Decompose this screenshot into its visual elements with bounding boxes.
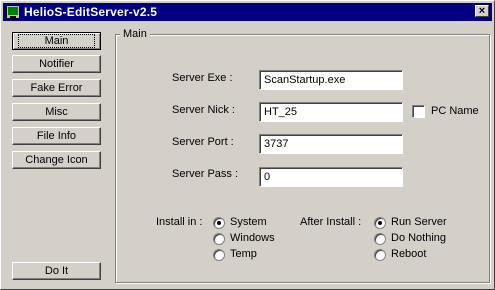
server-nick-label: Server Nick : bbox=[172, 104, 235, 116]
server-exe-field[interactable]: ScanStartup.exe bbox=[259, 70, 403, 90]
title-bar[interactable]: HelioS-EditServer-v2.5 × bbox=[3, 3, 492, 21]
install-temp-label[interactable]: Temp bbox=[230, 248, 257, 260]
run-server-radio[interactable] bbox=[374, 217, 386, 229]
server-pass-field[interactable]: 0 bbox=[259, 167, 403, 187]
do-nothing-radio[interactable] bbox=[374, 233, 386, 245]
window-title: HelioS-EditServer-v2.5 bbox=[24, 5, 158, 19]
main-group-title: Main bbox=[120, 28, 150, 40]
run-server-label[interactable]: Run Server bbox=[391, 216, 447, 228]
server-exe-label: Server Exe : bbox=[172, 72, 233, 84]
notifier-button[interactable]: Notifier bbox=[12, 55, 101, 73]
install-in-label: Install in : bbox=[156, 216, 203, 228]
pc-name-label[interactable]: PC Name bbox=[431, 105, 479, 117]
fake-error-button[interactable]: Fake Error bbox=[12, 79, 101, 97]
reboot-radio[interactable] bbox=[374, 249, 386, 261]
install-system-radio[interactable] bbox=[213, 217, 225, 229]
reboot-label[interactable]: Reboot bbox=[391, 248, 426, 260]
install-windows-label[interactable]: Windows bbox=[230, 232, 275, 244]
server-port-label: Server Port : bbox=[172, 136, 234, 148]
main-button-label: Main bbox=[17, 34, 96, 48]
app-icon bbox=[6, 5, 20, 19]
file-info-button[interactable]: File Info bbox=[12, 127, 101, 145]
server-nick-field[interactable]: HT_25 bbox=[259, 102, 403, 122]
do-it-button[interactable]: Do It bbox=[12, 262, 101, 280]
editserver-window: HelioS-EditServer-v2.5 × Main Notifier F… bbox=[0, 0, 495, 290]
close-button[interactable]: × bbox=[475, 5, 489, 17]
close-icon: × bbox=[478, 5, 486, 17]
change-icon-button[interactable]: Change Icon bbox=[12, 151, 101, 169]
install-system-label[interactable]: System bbox=[230, 216, 267, 228]
install-windows-radio[interactable] bbox=[213, 233, 225, 245]
install-temp-radio[interactable] bbox=[213, 249, 225, 261]
after-install-label: After Install : bbox=[300, 216, 362, 228]
server-port-field[interactable]: 3737 bbox=[259, 134, 403, 154]
do-nothing-label[interactable]: Do Nothing bbox=[391, 232, 446, 244]
pc-name-checkbox[interactable] bbox=[412, 105, 425, 118]
server-pass-label: Server Pass : bbox=[172, 168, 239, 180]
misc-button[interactable]: Misc bbox=[12, 103, 101, 121]
main-button[interactable]: Main bbox=[12, 32, 101, 50]
